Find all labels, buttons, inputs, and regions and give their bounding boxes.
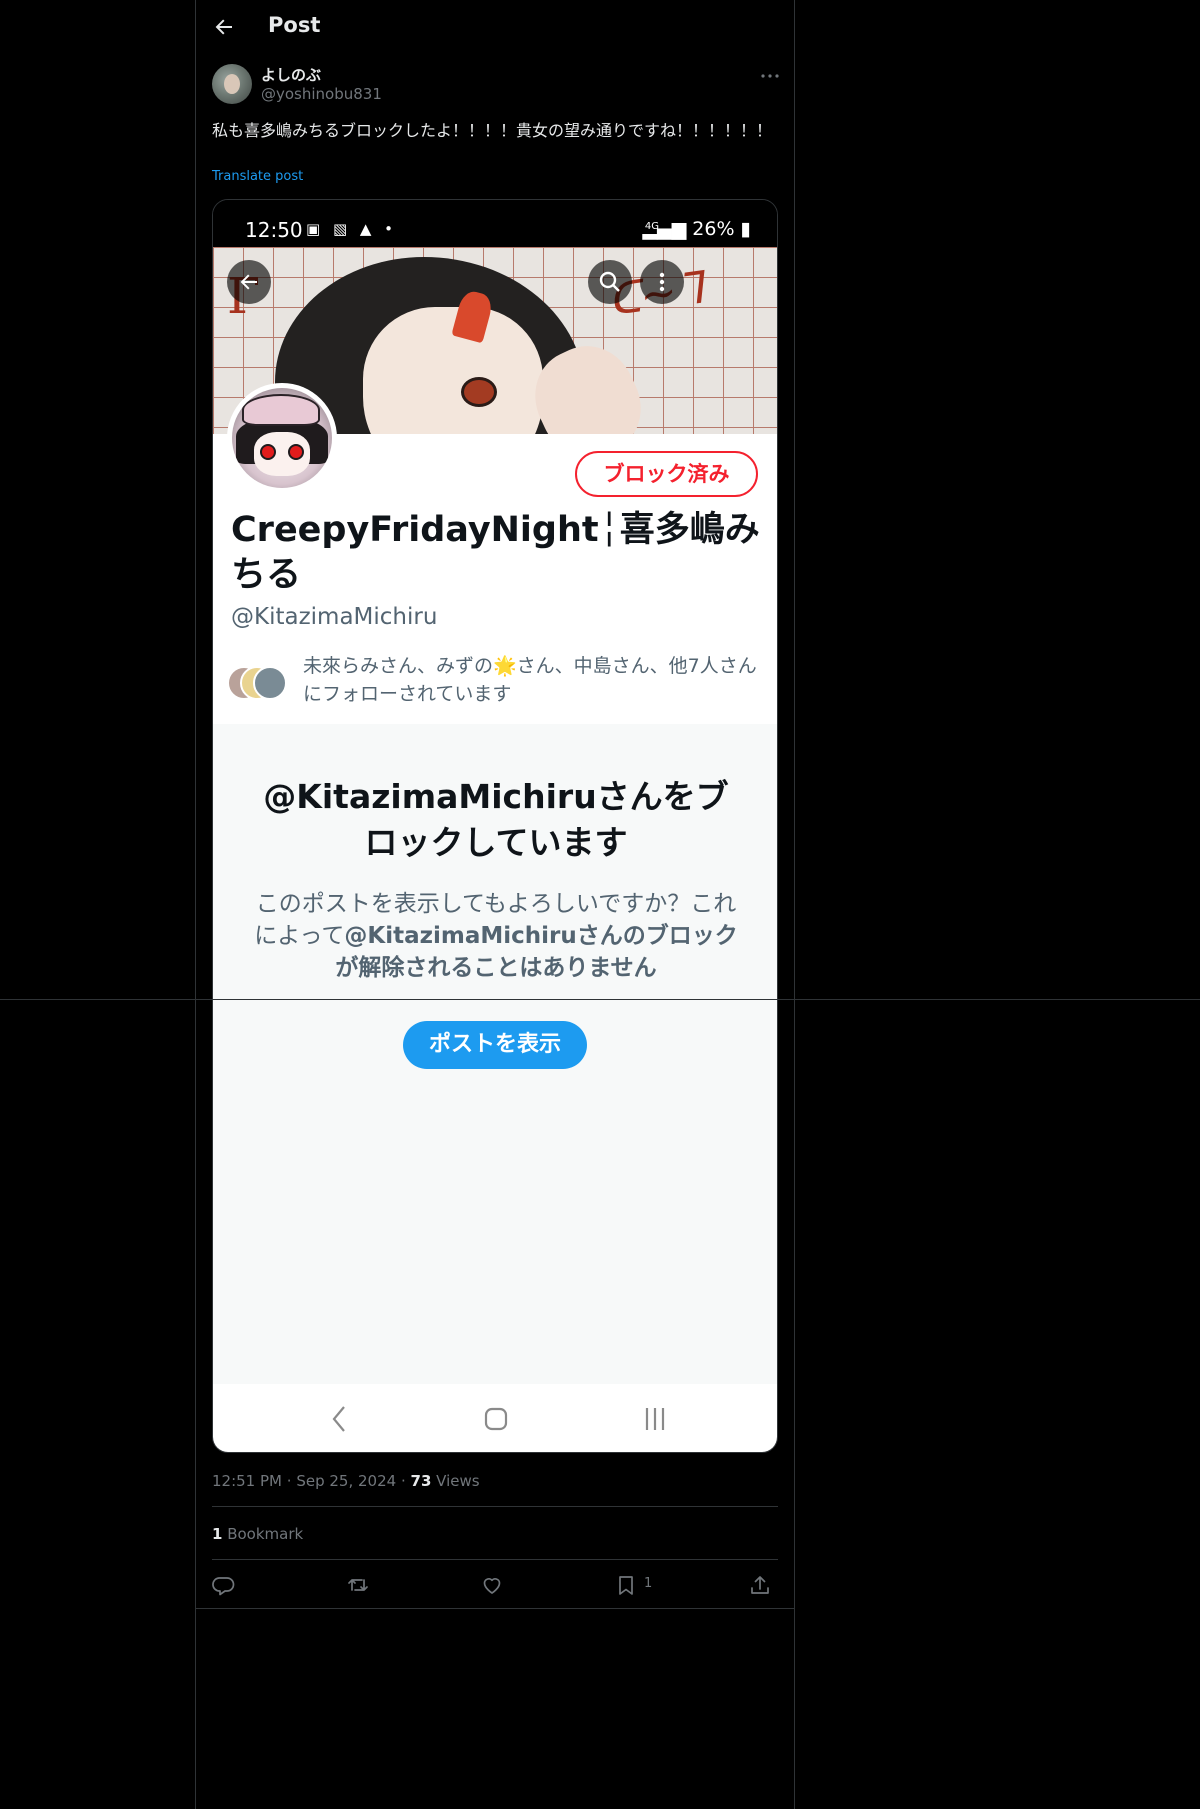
repost-icon[interactable] (346, 1573, 370, 1597)
battery-percent: 26% (692, 218, 735, 240)
profile-name: CreepyFridayNight╎喜多嶋みちる (231, 510, 760, 595)
bookmark-stat[interactable]: 1 Bookmark (212, 1525, 303, 1543)
page-title: Post (268, 13, 321, 37)
more-options-icon[interactable] (758, 64, 782, 88)
post-text: 私も喜多嶋みちるブロックしたよ！！！！貴女の望み通りですね！！！！！！ (212, 121, 773, 140)
post-header: Post (196, 0, 794, 54)
signal-icon: ▂▄▆ (642, 218, 693, 240)
divider (212, 1506, 778, 1507)
nav-recents-icon[interactable] (643, 1404, 667, 1434)
profile-search-button[interactable] (588, 260, 632, 304)
show-post-button[interactable]: ポストを表示 (403, 1021, 587, 1069)
divider (196, 1608, 794, 1609)
reply-icon[interactable] (212, 1573, 236, 1597)
back-arrow-icon (240, 274, 257, 290)
phone-status-bar: 12:50 ▣ ▧ ▲ • 4G ▂▄▆ 26% ▮ (213, 200, 777, 247)
author-display-name[interactable]: よしのぶ (261, 64, 321, 85)
block-notice-title: @KitazimaMichiruさんをブロックしています (263, 777, 729, 862)
profile-more-button[interactable] (640, 260, 684, 304)
block-notice-description: このポストを表示してもよろしいですか？これによって@KitazimaMichir… (254, 891, 738, 981)
battery-icon: ▮ (734, 218, 751, 240)
overlay-guide-line (0, 999, 1200, 1000)
post-image[interactable]: 12:50 ▣ ▧ ▲ • 4G ▂▄▆ 26% ▮ Г ᑕ~ᒣ (212, 199, 778, 1453)
heart-icon[interactable] (480, 1573, 504, 1597)
more-vertical-icon (659, 272, 665, 292)
divider (212, 1559, 778, 1560)
nav-home-icon[interactable] (484, 1404, 508, 1434)
android-nav-bar (213, 1384, 777, 1452)
post-date: Sep 25, 2024 (296, 1472, 397, 1490)
post-timestamp[interactable]: 12:51 PM · Sep 25, 2024 · 73 Views (212, 1472, 480, 1490)
post-actions: 1 (196, 1563, 794, 1605)
block-notice: @KitazimaMichiruさんをブロックしています このポストを表示しても… (213, 724, 777, 1384)
notification-icons: ▣ ▧ ▲ • (306, 220, 398, 238)
profile-avatar[interactable] (227, 383, 337, 493)
followed-by-text[interactable]: 未來らみさん、みずの🌟さん、中島さん、他7人さんにフォローされています (303, 652, 763, 708)
author-handle[interactable]: @yoshinobu831 (261, 85, 382, 103)
battery-indicator: ▂▄▆ 26% ▮ (642, 218, 751, 240)
author-avatar[interactable] (212, 64, 252, 104)
profile-back-button[interactable] (227, 260, 271, 304)
followers-you-know-avatars[interactable] (227, 666, 287, 702)
share-icon[interactable] (748, 1573, 772, 1597)
views-label: Views (436, 1472, 480, 1490)
views-count: 73 (410, 1472, 432, 1490)
back-arrow-icon[interactable] (212, 15, 236, 39)
profile-handle: @KitazimaMichiru (231, 604, 438, 630)
translate-post-link[interactable]: Translate post (212, 169, 303, 184)
search-icon (599, 271, 620, 292)
post-time: 12:51 PM (212, 1472, 282, 1490)
post-column: Post よしのぶ @yoshinobu831 私も喜多嶋みちるブロックしたよ！… (195, 0, 795, 1809)
bookmark-icon[interactable] (614, 1573, 638, 1597)
nav-back-icon[interactable] (328, 1404, 352, 1434)
blocked-button[interactable]: ブロック済み (575, 451, 758, 497)
status-time: 12:50 (245, 218, 303, 242)
bookmark-count: 1 (644, 1576, 653, 1591)
